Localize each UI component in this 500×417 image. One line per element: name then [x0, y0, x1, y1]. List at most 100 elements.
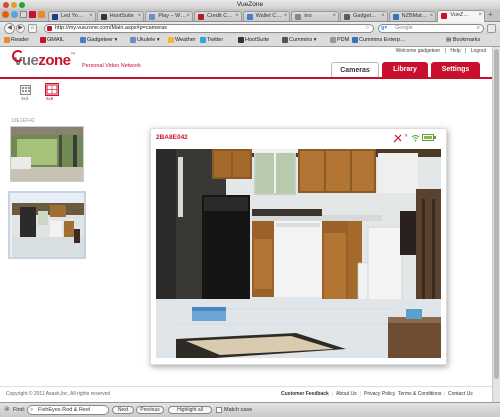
site-favicon — [47, 26, 52, 31]
browser-tab[interactable]: NZBMat… × — [388, 11, 437, 21]
camera-label: 19E1EF42 — [11, 118, 35, 124]
tab-close-icon[interactable]: × — [89, 12, 93, 21]
bookmarks-menu[interactable]: ▤ Bookmarks — [446, 36, 480, 45]
tab-library[interactable]: Library — [382, 62, 428, 77]
gmail-pinned-icon[interactable] — [29, 11, 36, 18]
bookmark-item[interactable]: Twitter — [200, 36, 223, 45]
account-links: Welcome gadgeteer | Help | Logout — [395, 48, 486, 54]
close-icon[interactable]: ✕ — [404, 133, 408, 139]
browser-tab[interactable]: Credit C… × — [194, 11, 242, 21]
highlight-all-button[interactable]: Highlight all — [168, 406, 212, 414]
bookmark-icon — [352, 36, 358, 43]
close-find-icon[interactable]: ⊗ — [4, 405, 10, 413]
bookmark-label: PDM — [337, 37, 350, 43]
back-button[interactable]: ◀ — [4, 23, 15, 34]
url-field[interactable]: http://my.vuezone.com/Main.aspx#p=camera… — [44, 24, 374, 33]
kitchen-camera-image — [156, 149, 441, 358]
footer-link[interactable]: Terms & Conditions — [398, 391, 441, 397]
vuezone-logo[interactable]: vuezone™ — [12, 50, 76, 69]
tab-close-icon[interactable]: × — [138, 12, 142, 21]
footer-link[interactable]: Customer Feedback — [281, 391, 329, 397]
search-field[interactable]: g▾ Google ⌕ — [378, 24, 484, 33]
home-button[interactable]: ⌂ — [28, 24, 37, 33]
rss-pinned-icon[interactable] — [38, 11, 45, 18]
search-icon: ⌕ — [30, 407, 34, 413]
bookmark-item[interactable]: Cummins ▾ — [282, 36, 317, 45]
site-header: vuezone™ Personal Video Network Welcome … — [0, 47, 492, 79]
tab-favicon — [441, 13, 448, 19]
scrollbar-thumb[interactable] — [494, 49, 499, 379]
tab-favicon — [149, 14, 156, 20]
browser-tab[interactable]: Gadget… × — [340, 11, 388, 21]
tab-close-icon[interactable]: × — [430, 12, 434, 21]
tab-cameras[interactable]: Cameras — [331, 62, 379, 77]
browser-tab[interactable]: HootSuite × — [96, 11, 145, 21]
tab-favicon — [344, 14, 350, 20]
tab-favicon — [246, 14, 253, 20]
viewer-camera-id: 2BA8E042 — [156, 134, 188, 141]
battery-icon — [422, 134, 436, 141]
grid-3x3-view-button[interactable] — [20, 85, 31, 95]
bookmark-item[interactable]: Cummins Enterp… — [352, 36, 405, 45]
tab-label: NZBMat… — [401, 13, 428, 19]
bookmark-item[interactable]: Gadgeteer ▾ — [80, 36, 117, 45]
find-next-button[interactable]: Next — [112, 406, 134, 414]
bookmark-item[interactable]: PDM — [330, 36, 349, 45]
tab-settings[interactable]: Settings — [431, 62, 480, 77]
tab-close-icon[interactable]: × — [186, 12, 190, 21]
browser-tab[interactable]: ino × — [291, 11, 339, 21]
camera-thumbnail[interactable] — [10, 126, 84, 182]
browser-tab[interactable]: VueZ… × — [437, 10, 485, 22]
tab-close-icon[interactable]: × — [235, 12, 239, 21]
footer-link[interactable]: About Us — [336, 391, 357, 397]
footer-link[interactable]: Privacy Policy — [364, 391, 395, 397]
bookmark-item[interactable]: Ukulele ▾ — [130, 36, 160, 45]
logo-tm: ™ — [70, 52, 76, 58]
browser-tab[interactable]: Led Yo… × — [48, 11, 96, 21]
logout-link[interactable]: Logout — [471, 48, 486, 54]
tab-favicon — [198, 14, 204, 20]
new-tab-button[interactable]: + — [488, 10, 493, 19]
google-icon[interactable]: g▾ — [381, 25, 387, 32]
camera-thumbnail-selected[interactable] — [8, 191, 86, 259]
bookmark-item[interactable]: HootSuite — [238, 36, 269, 45]
forward-button[interactable]: ▶ — [16, 24, 25, 33]
find-bar: ⊗ Find: ⌕ FishEyes Rod & Reel Next Previ… — [0, 402, 500, 417]
pinned-tab-icon[interactable] — [20, 11, 27, 18]
bookmark-item[interactable]: Weather — [168, 36, 196, 45]
live-video-feed[interactable] — [156, 149, 441, 358]
addon-icon[interactable] — [487, 24, 496, 33]
logo-swoosh-icon — [12, 50, 24, 62]
minimize-window-button[interactable] — [11, 1, 17, 8]
tab-label: ino — [304, 13, 312, 19]
tools-icon[interactable] — [393, 134, 403, 143]
bookmark-label: Weather — [175, 37, 196, 43]
grid-6x6-view-button[interactable] — [45, 83, 59, 96]
bookmark-item[interactable]: Reader — [4, 36, 29, 45]
bookmark-item[interactable]: GMAIL — [40, 36, 64, 45]
close-window-button[interactable] — [3, 1, 9, 8]
welcome-text: Welcome gadgeteer — [395, 48, 441, 54]
sync-icon[interactable] — [11, 11, 18, 18]
tab-close-icon[interactable]: × — [284, 12, 288, 21]
page-scrollbar[interactable] — [492, 47, 500, 402]
browser-tab[interactable]: Play – W… × — [145, 11, 193, 21]
find-label: Find: — [13, 407, 26, 413]
tab-close-icon[interactable]: × — [332, 12, 336, 21]
star-icon[interactable]: ☆ — [365, 25, 370, 32]
help-link[interactable]: Help — [450, 48, 460, 54]
tab-close-icon[interactable]: × — [381, 12, 385, 21]
find-previous-button[interactable]: Previous — [136, 406, 164, 414]
find-input[interactable]: ⌕ FishEyes Rod & Reel — [27, 405, 109, 415]
tab-close-icon[interactable]: × — [478, 11, 482, 20]
match-case-checkbox[interactable] — [216, 407, 222, 413]
tab-favicon — [52, 14, 58, 20]
browser-tab[interactable]: Wallet C… × — [242, 11, 291, 21]
grid-6x6-label: 6x6 — [46, 96, 54, 101]
footer-separator: | — [332, 391, 334, 397]
footer-link[interactable]: Contact Us — [448, 391, 473, 397]
zoom-window-button[interactable] — [19, 1, 25, 8]
search-icon[interactable]: ⌕ — [477, 25, 480, 32]
footer-separator: | — [444, 391, 446, 397]
camera-thumbnail-image — [12, 203, 84, 257]
